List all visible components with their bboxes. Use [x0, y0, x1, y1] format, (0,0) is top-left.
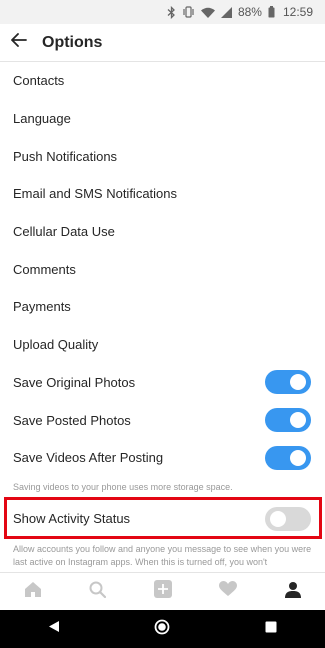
nav-profile[interactable] [273, 574, 313, 610]
heart-icon [218, 581, 237, 602]
setting-save-posted-photos: Save Posted Photos [0, 401, 325, 439]
system-home-button[interactable] [142, 611, 182, 647]
battery-percentage: 88% [237, 5, 262, 19]
nav-home[interactable] [13, 574, 53, 610]
nav-activity[interactable] [208, 574, 248, 610]
home-icon [24, 581, 42, 603]
setting-label: Save Original Photos [13, 374, 136, 390]
menu-item-label: Upload Quality [13, 337, 99, 353]
options-list: Contacts Language Push Notifications Ema… [0, 62, 325, 497]
menu-item-language[interactable]: Language [0, 100, 325, 138]
wifi-icon [200, 7, 215, 18]
vibrate-icon [182, 6, 195, 18]
menu-item-label: Email and SMS Notifications [13, 186, 178, 202]
menu-item-comments[interactable]: Comments [0, 250, 325, 288]
system-nav-bar [0, 610, 325, 648]
menu-item-payments[interactable]: Payments [0, 288, 325, 326]
system-back-button[interactable] [34, 611, 74, 647]
menu-item-label: Language [13, 111, 71, 127]
toggle-knob [290, 412, 306, 429]
home-circle-icon [154, 619, 170, 640]
setting-label: Save Posted Photos [13, 412, 131, 428]
clock: 12:59 [282, 5, 313, 19]
menu-item-contacts[interactable]: Contacts [0, 62, 325, 100]
back-triangle-icon [48, 620, 60, 638]
recents-square-icon [265, 620, 277, 638]
back-button[interactable] [0, 24, 38, 62]
add-icon [153, 580, 172, 603]
arrow-left-icon [11, 33, 27, 52]
activity-status-note: Allow accounts you follow and anyone you… [13, 544, 312, 567]
toggle-knob [290, 374, 306, 391]
videos-storage-note: Saving videos to your phone uses more st… [13, 481, 233, 492]
profile-icon [284, 581, 301, 603]
menu-item-label: Payments [13, 299, 71, 315]
bottom-nav [0, 572, 325, 610]
save-original-photos-toggle[interactable] [265, 370, 311, 395]
page-title: Options [42, 33, 103, 51]
app-header: Options [0, 24, 325, 62]
signal-icon [220, 6, 232, 18]
highlight-box [4, 497, 322, 539]
setting-save-videos-after-posting: Save Videos After Posting [0, 439, 325, 477]
setting-save-original-photos: Save Original Photos [0, 364, 325, 402]
bluetooth-icon [167, 5, 176, 19]
menu-item-label: Push Notifications [13, 148, 118, 164]
menu-item-email-sms-notifications[interactable]: Email and SMS Notifications [0, 175, 325, 213]
nav-search[interactable] [78, 574, 118, 610]
nav-add[interactable] [143, 574, 183, 610]
save-videos-toggle[interactable] [265, 445, 311, 470]
menu-item-label: Cellular Data Use [13, 224, 115, 240]
search-icon [89, 581, 107, 603]
setting-label: Save Videos After Posting [13, 450, 164, 466]
menu-item-label: Contacts [13, 73, 65, 89]
battery-icon [268, 6, 275, 18]
status-bar: 88% 12:59 [0, 0, 325, 24]
menu-item-upload-quality[interactable]: Upload Quality [0, 326, 325, 364]
menu-item-push-notifications[interactable]: Push Notifications [0, 137, 325, 175]
toggle-knob [290, 449, 306, 466]
save-posted-photos-toggle[interactable] [265, 408, 311, 433]
menu-item-cellular-data-use[interactable]: Cellular Data Use [0, 213, 325, 251]
menu-item-label: Comments [13, 261, 76, 277]
system-recents-button[interactable] [251, 611, 291, 647]
